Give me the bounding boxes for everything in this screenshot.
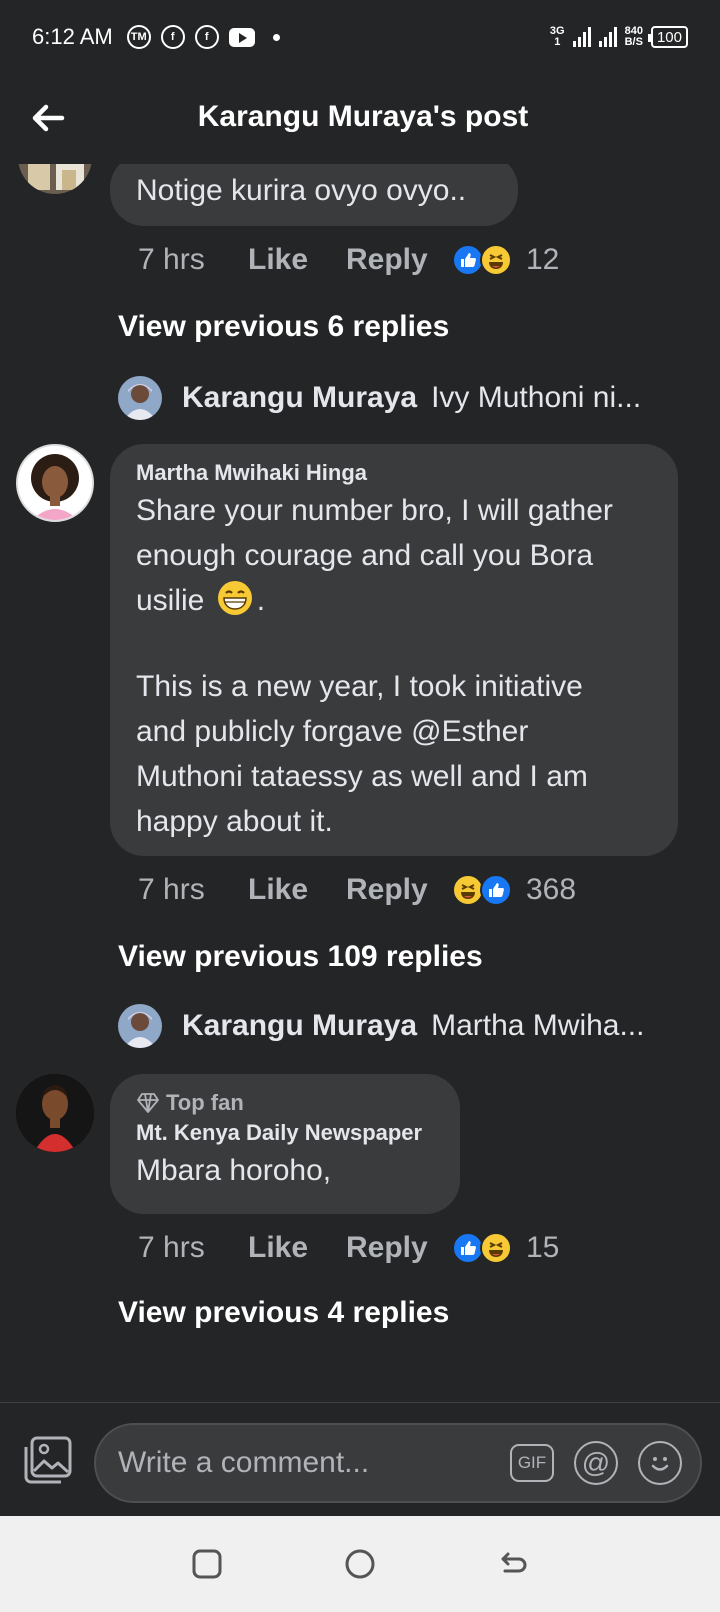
- comment-bubble[interactable]: Notige kurira ovyo ovyo..: [110, 164, 518, 226]
- view-previous-replies-link[interactable]: View previous 4 replies: [118, 1296, 449, 1330]
- back-icon: [501, 1552, 527, 1573]
- page-title: Karangu Muraya's post: [197, 100, 529, 133]
- avatar[interactable]: [18, 164, 92, 194]
- youtube-notification-icon: [228, 27, 255, 47]
- comment-author[interactable]: Mt. Kenya Daily Newspaper: [136, 1118, 434, 1148]
- gif-button[interactable]: GIF: [510, 1444, 554, 1482]
- comment-time[interactable]: 7 hrs: [138, 1231, 248, 1265]
- comment-field[interactable]: GIF @: [94, 1423, 702, 1503]
- like-button[interactable]: Like: [248, 243, 346, 277]
- avatar[interactable]: [16, 1074, 94, 1152]
- comment-bubble[interactable]: Top fan Mt. Kenya Daily Newspaper Mbara …: [110, 1074, 460, 1214]
- photo-gallery-icon[interactable]: [22, 1435, 74, 1485]
- reply-snippet: Ivy Muthoni ni...: [431, 381, 642, 414]
- home-icon: [345, 1549, 375, 1579]
- system-navigation-bar: [0, 1516, 720, 1612]
- reply-button[interactable]: Reply: [346, 243, 452, 277]
- top-fan-label: Top fan: [166, 1090, 244, 1115]
- reaction-count[interactable]: 12: [526, 243, 559, 277]
- like-reaction-icon: [480, 874, 512, 906]
- comment-actions: 7 hrs Like Reply 12: [138, 240, 559, 280]
- avatar[interactable]: [118, 376, 162, 420]
- signal-strength-icon: [572, 27, 591, 47]
- avatar[interactable]: [16, 444, 94, 522]
- like-button[interactable]: Like: [248, 873, 346, 907]
- comment-text-line: enough courage and call you Bora: [136, 539, 594, 572]
- top-fan-badge: Top fan: [136, 1088, 434, 1118]
- comment-text-line: Share your number bro, I will gather: [136, 494, 613, 527]
- home-button[interactable]: [342, 1546, 378, 1582]
- view-previous-replies-link[interactable]: View previous 109 replies: [118, 940, 483, 974]
- comment-text: Notige kurira ovyo ovyo..: [136, 174, 467, 207]
- latest-reply-preview[interactable]: Karangu Muraya Ivy Muthoni ni...: [118, 376, 641, 420]
- signal-strength-icon-2: [598, 27, 617, 47]
- comment-actions: 7 hrs Like Reply 368: [138, 870, 576, 910]
- haha-reaction-icon: [480, 1232, 512, 1264]
- battery-level: 100: [656, 28, 682, 46]
- comment-composer: GIF @: [0, 1402, 720, 1516]
- reaction-count[interactable]: 368: [526, 873, 576, 907]
- reply-button[interactable]: Reply: [346, 1231, 452, 1265]
- haha-reaction-icon: [480, 244, 512, 276]
- comment-text-line: Muthoni tataessy as well and I am: [136, 760, 588, 793]
- more-notifications-dot-icon: [272, 33, 280, 41]
- reply-author[interactable]: Karangu Muraya: [182, 381, 417, 415]
- reply-author[interactable]: Karangu Muraya: [182, 1009, 417, 1043]
- network-type-indicator: 3G 1: [549, 25, 565, 48]
- battery-icon: 100: [647, 26, 688, 48]
- comment-thread[interactable]: Notige kurira ovyo ovyo.. 7 hrs Like Rep…: [0, 164, 720, 1402]
- comment-text-line: This is a new year, I took initiative: [136, 670, 583, 703]
- comment-time[interactable]: 7 hrs: [138, 243, 248, 277]
- like-button[interactable]: Like: [248, 1231, 346, 1265]
- recent-apps-icon: [192, 1549, 222, 1579]
- back-button[interactable]: [495, 1546, 531, 1582]
- emoji-button[interactable]: [638, 1441, 682, 1485]
- comment-bubble[interactable]: Martha Mwihaki Hinga Share your number b…: [110, 444, 678, 856]
- reaction-count[interactable]: 15: [526, 1231, 559, 1265]
- reply-snippet: Martha Mwiha...: [431, 1009, 645, 1042]
- tm-notification-icon: TM: [126, 25, 151, 49]
- comment-text: Mbara horoho,: [136, 1154, 332, 1187]
- app-header: Karangu Muraya's post: [0, 84, 720, 162]
- comment-text-line: usilie .: [136, 578, 652, 623]
- comment-text-line: happy about it.: [136, 805, 333, 838]
- reactions-summary[interactable]: [452, 244, 512, 276]
- latest-reply-preview[interactable]: Karangu Muraya Martha Mwiha...: [118, 1004, 644, 1048]
- comment-input[interactable]: [118, 1446, 498, 1480]
- recent-apps-button[interactable]: [189, 1546, 225, 1582]
- comment-actions: 7 hrs Like Reply 15: [138, 1228, 559, 1268]
- reply-button[interactable]: Reply: [346, 873, 452, 907]
- comment-text-line: and publicly forgave @Esther: [136, 715, 529, 748]
- comment-time[interactable]: 7 hrs: [138, 873, 248, 907]
- status-bar: 6:12 AM TM f f 3G 1 840 B/S 100: [0, 0, 720, 74]
- grinning-emoji-icon: [217, 581, 252, 615]
- comment-author[interactable]: Martha Mwihaki Hinga: [136, 458, 652, 488]
- facebook-notification-icon: f: [160, 25, 185, 49]
- avatar[interactable]: [118, 1004, 162, 1048]
- smiley-icon: [651, 1457, 669, 1471]
- reactions-summary[interactable]: [452, 1232, 512, 1264]
- network-speed: 840 B/S: [624, 25, 643, 48]
- diamond-icon: [137, 1093, 159, 1113]
- facebook-notification-icon-2: f: [194, 25, 219, 49]
- mention-button[interactable]: @: [574, 1441, 618, 1485]
- status-time: 6:12 AM: [32, 24, 113, 49]
- view-previous-replies-link[interactable]: View previous 6 replies: [118, 310, 449, 344]
- reactions-summary[interactable]: [452, 874, 512, 906]
